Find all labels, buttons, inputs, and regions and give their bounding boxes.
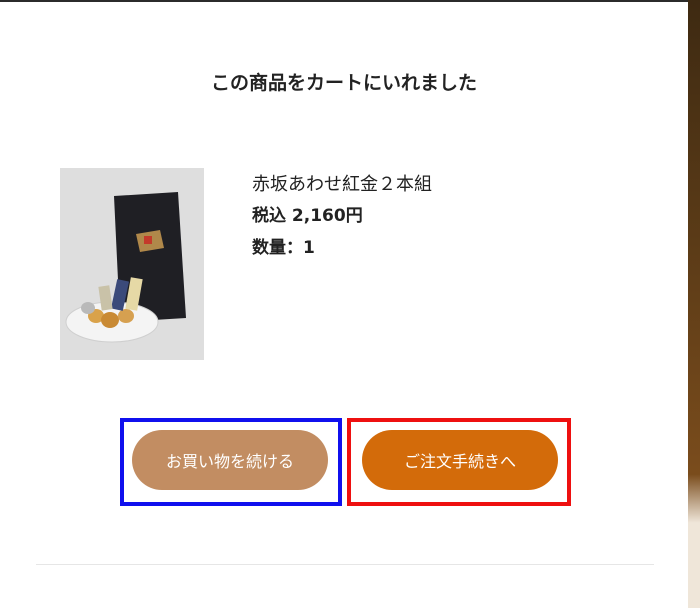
product-name: 赤坂あわせ紅金２本組: [252, 174, 432, 195]
product-price: 税込 2,160円: [252, 206, 363, 226]
modal-title: この商品をカートにいれました: [210, 72, 477, 94]
page-backdrop: [688, 0, 700, 608]
product-photo-illustration: [60, 168, 204, 360]
product-image: [60, 168, 204, 360]
product-quantity: 数量：1: [252, 238, 315, 258]
product-info: 赤坂あわせ紅金２本組 税込 2,160円 数量：1: [252, 170, 432, 264]
continue-shopping-button[interactable]: お買い物を続ける: [132, 430, 328, 490]
modal-divider: [36, 564, 654, 565]
add-to-cart-modal: この商品をカートにいれました 赤坂あわせ紅金２本組 税込 2,160円 数量：1: [0, 2, 688, 608]
proceed-to-checkout-button[interactable]: ご注文手続きへ: [362, 430, 558, 490]
